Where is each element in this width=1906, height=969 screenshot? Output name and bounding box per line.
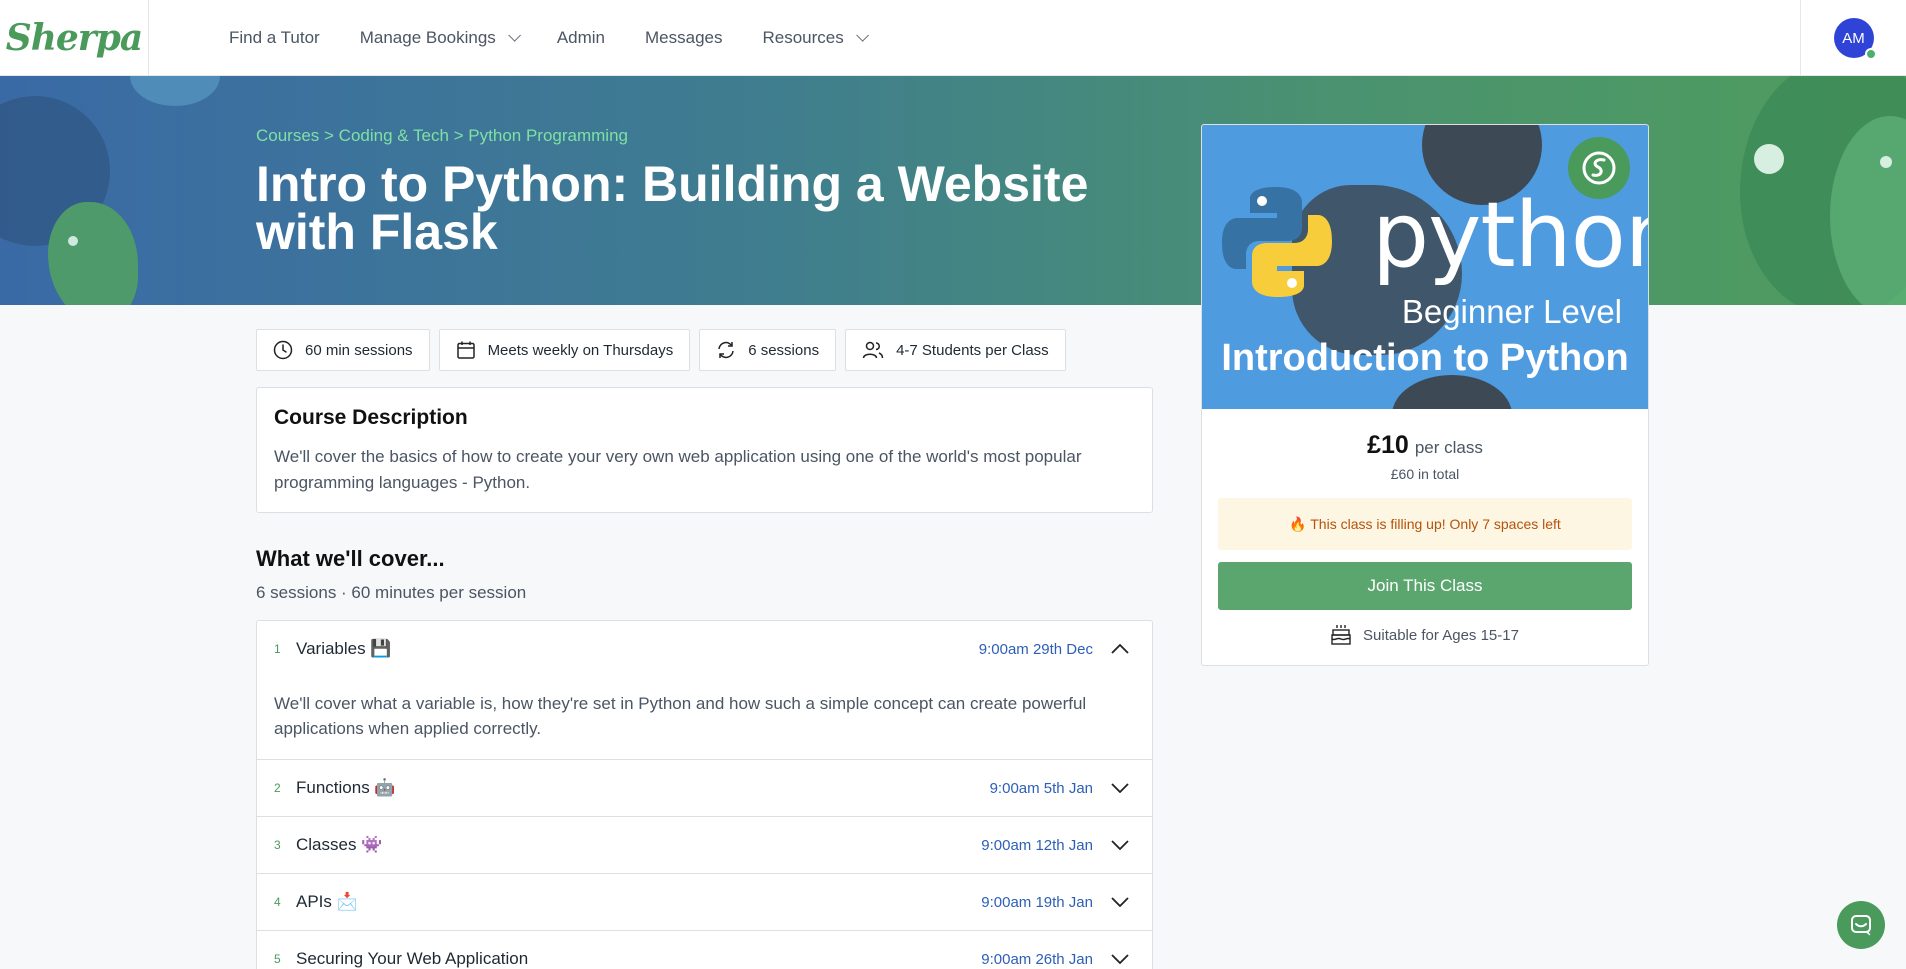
chevron-up-icon[interactable]: [1105, 634, 1135, 664]
course-description: Course Description We'll cover the basic…: [256, 387, 1153, 513]
session-item: 3 Classes 👾 9:00am 12th Jan: [257, 817, 1152, 874]
session-title: Variables 💾: [296, 639, 392, 658]
nav-link-label: Manage Bookings: [359, 27, 496, 47]
nav-find-a-tutor[interactable]: Find a Tutor: [229, 28, 320, 48]
chevron-down-icon[interactable]: [1105, 887, 1135, 917]
age-text: Suitable for Ages 15-17: [1363, 626, 1519, 644]
cake-icon: [1331, 625, 1351, 645]
image-word: python: [1372, 183, 1648, 288]
session-description: We'll cover what a variable is, how they…: [274, 694, 1087, 738]
price-total: £60 in total: [1390, 466, 1460, 482]
chip-sessions: 6 sessions: [699, 329, 837, 371]
booking-card: python Beginner Level Introduction to Py…: [1201, 124, 1649, 666]
session-header[interactable]: 5 Securing Your Web Application 9:00am 2…: [257, 931, 1152, 969]
chip-label: Meets weekly on Thursdays: [487, 341, 674, 359]
nav-user: AM: [1800, 0, 1906, 76]
description-heading: Course Description: [274, 406, 468, 429]
sherpa-badge-icon: [1568, 137, 1630, 199]
chevron-down-icon[interactable]: [1105, 773, 1135, 803]
nav-manage-bookings[interactable]: Manage Bookings: [359, 27, 521, 48]
nav-links: Find a Tutor Manage Bookings Admin Messa…: [229, 0, 905, 76]
logo[interactable]: Sherpa: [6, 17, 144, 59]
python-logo-icon: [1222, 187, 1332, 297]
nav-messages[interactable]: Messages: [645, 28, 722, 48]
session-number: 2: [274, 781, 281, 795]
chat-button[interactable]: [1837, 901, 1885, 949]
session-number: 3: [274, 838, 281, 852]
hero-decoration: [48, 202, 138, 305]
cover-heading: What we'll cover...: [256, 546, 445, 571]
chevron-down-icon: [856, 29, 869, 42]
course-image: python Beginner Level Introduction to Py…: [1202, 125, 1648, 409]
users-icon: [862, 341, 884, 359]
session-title: APIs 📩: [296, 892, 358, 911]
repeat-icon: [718, 341, 734, 359]
course-info-chips: 60 min sessions Meets weekly on Thursday…: [256, 329, 1075, 371]
hero-decoration: [1880, 156, 1892, 168]
session-header[interactable]: 1 Variables 💾 9:00am 29th Dec: [257, 621, 1152, 677]
description-text: We'll cover the basics of how to create …: [274, 447, 1082, 492]
nav-resources[interactable]: Resources: [762, 27, 869, 48]
chevron-down-icon[interactable]: [1105, 830, 1135, 860]
price: £10 per class: [1202, 431, 1648, 460]
session-title: Classes 👾: [296, 835, 383, 854]
session-header[interactable]: 3 Classes 👾 9:00am 12th Jan: [257, 817, 1152, 873]
session-header[interactable]: 2 Functions 🤖 9:00am 5th Jan: [257, 760, 1152, 816]
session-header[interactable]: 4 APIs 📩 9:00am 19th Jan: [257, 874, 1152, 930]
chip-schedule: Meets weekly on Thursdays: [438, 329, 691, 371]
page-title: Intro to Python: Building a Website with…: [256, 156, 1089, 260]
nav-link-label: Resources: [762, 27, 844, 47]
session-title: Securing Your Web Application: [296, 949, 529, 968]
session-list: 1 Variables 💾 9:00am 29th Dec We'll cove…: [256, 620, 1153, 969]
session-item: 5 Securing Your Web Application 9:00am 2…: [257, 931, 1152, 969]
price-unit: per class: [1414, 438, 1483, 457]
hero-decoration: [68, 236, 78, 246]
avatar[interactable]: AM: [1833, 18, 1877, 60]
nav-link-label: Find a Tutor: [229, 27, 320, 47]
chip-class-size: 4-7 Students per Class: [845, 329, 1066, 371]
session-number: 1: [274, 642, 281, 656]
join-class-button[interactable]: Join This Class: [1218, 562, 1632, 610]
session-number: 4: [274, 895, 281, 909]
image-decoration: [1392, 375, 1512, 409]
session-item: 4 APIs 📩 9:00am 19th Jan: [257, 874, 1152, 931]
nav-link-label: Messages: [645, 27, 723, 47]
chevron-down-icon[interactable]: [1105, 944, 1135, 969]
breadcrumb[interactable]: Courses > Coding & Tech > Python Program…: [256, 126, 628, 146]
session-date: 9:00am 12th Jan: [981, 836, 1093, 854]
hero-decoration: [1754, 144, 1784, 174]
session-number: 5: [274, 952, 281, 966]
session-item: 1 Variables 💾 9:00am 29th Dec We'll cove…: [257, 621, 1152, 760]
online-status-dot: [1864, 48, 1877, 60]
chat-icon: [1851, 915, 1871, 936]
availability-alert: 🔥 This class is filling up! Only 7 space…: [1218, 498, 1632, 550]
chip-label: 6 sessions: [748, 341, 820, 359]
chip-label: 60 min sessions: [305, 341, 413, 359]
top-nav: Sherpa Find a Tutor Manage Bookings Admi…: [0, 0, 1906, 76]
session-date: 9:00am 29th Dec: [978, 640, 1093, 658]
session-date: 9:00am 26th Jan: [981, 950, 1093, 968]
image-level: Beginner Level: [1401, 293, 1622, 330]
clock-icon: [273, 340, 293, 360]
logo-container[interactable]: Sherpa: [0, 0, 149, 76]
avatar-initials: AM: [1842, 29, 1865, 47]
session-item: 2 Functions 🤖 9:00am 5th Jan: [257, 760, 1152, 817]
image-title: Introduction to Python: [1221, 337, 1629, 379]
price-amount: £10: [1367, 431, 1409, 459]
chevron-down-icon: [508, 29, 521, 42]
nav-admin[interactable]: Admin: [557, 28, 605, 48]
chip-session-length: 60 min sessions: [256, 329, 430, 371]
session-title: Functions 🤖: [296, 778, 396, 797]
session-date: 9:00am 5th Jan: [989, 779, 1093, 797]
nav-link-label: Admin: [556, 27, 605, 47]
calendar-icon: [456, 341, 475, 359]
hero-decoration: [130, 76, 220, 106]
session-date: 9:00am 19th Jan: [981, 893, 1093, 911]
cover-subtitle: 6 sessions · 60 minutes per session: [256, 583, 527, 602]
chip-label: 4-7 Students per Class: [896, 341, 1049, 359]
age-suitability: Suitable for Ages 15-17: [1202, 624, 1648, 646]
